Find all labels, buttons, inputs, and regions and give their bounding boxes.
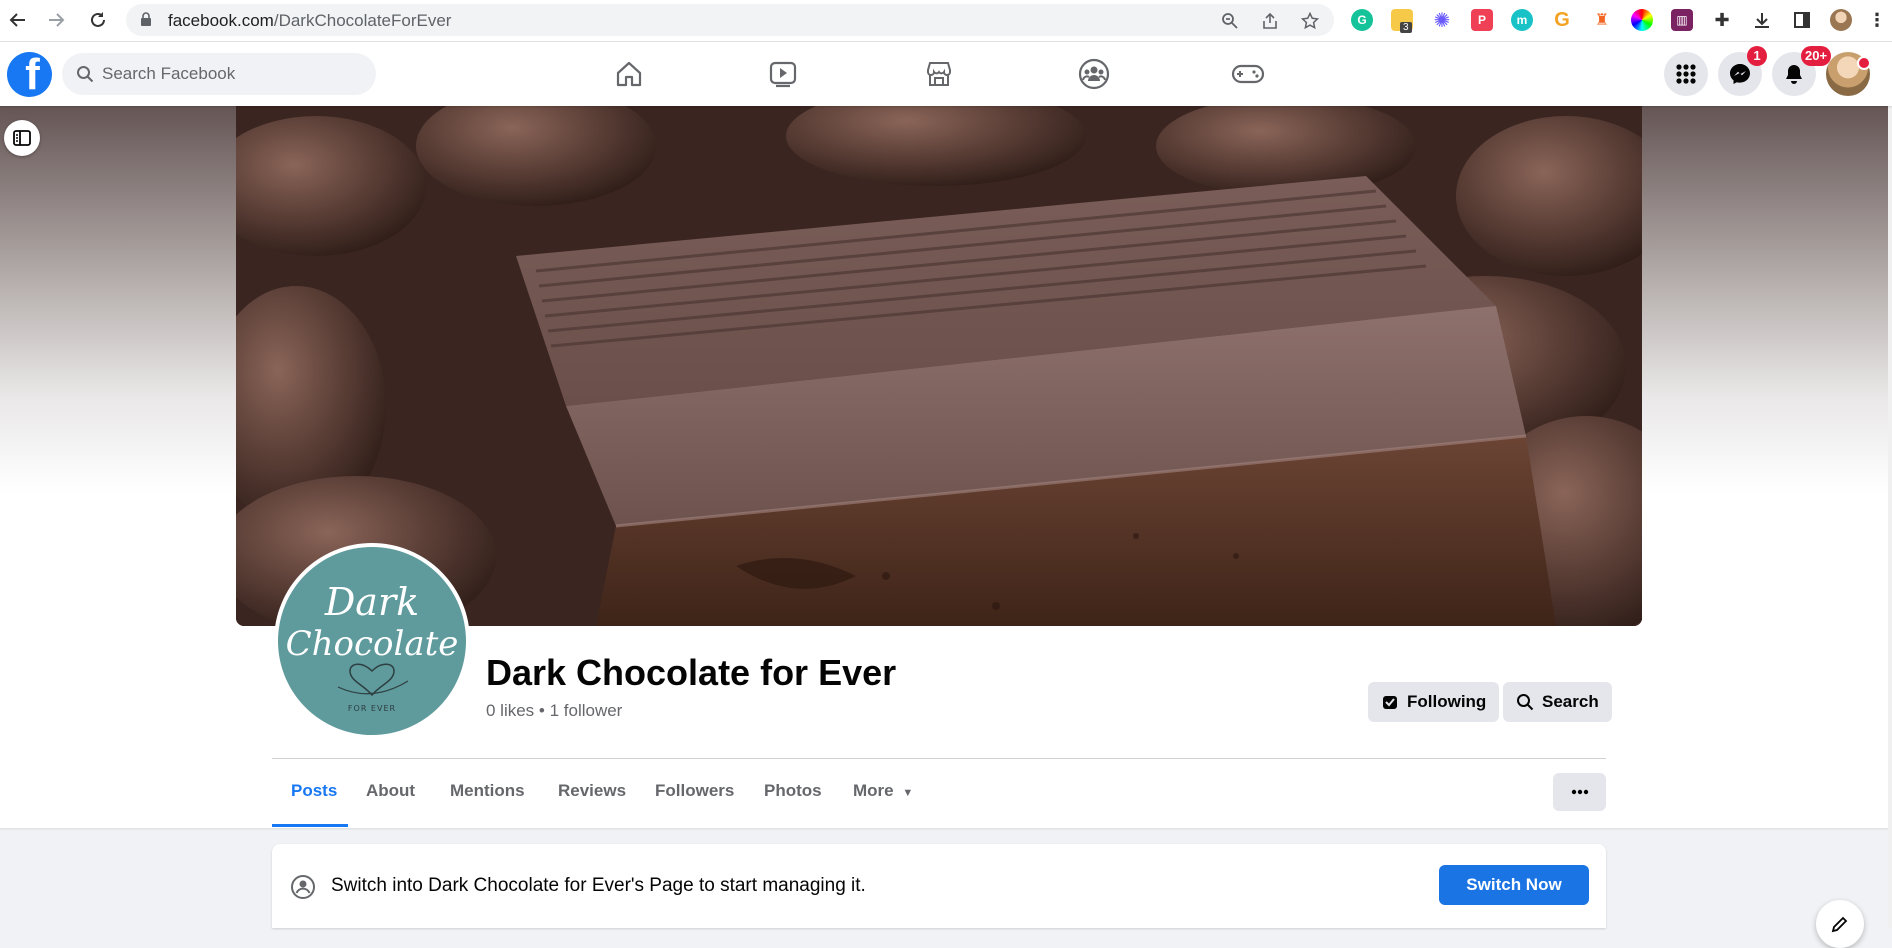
switch-profile-text: Switch into Dark Chocolate for Ever's Pa… bbox=[331, 875, 866, 896]
menu-grid-icon bbox=[1676, 64, 1696, 84]
more-options-button[interactable] bbox=[1553, 773, 1606, 811]
switch-profile-card: Switch into Dark Chocolate for Ever's Pa… bbox=[272, 844, 1606, 928]
tab-followers[interactable]: Followers bbox=[655, 781, 734, 801]
download-icon[interactable] bbox=[1751, 9, 1773, 31]
rocket-extension-icon[interactable]: ♜ bbox=[1591, 9, 1613, 31]
profile-logo: Dark Chocolate FOR EVER bbox=[286, 580, 459, 713]
marketplace-icon[interactable] bbox=[921, 56, 957, 92]
switch-now-button[interactable]: Switch Now bbox=[1439, 865, 1589, 905]
extension-badge: 3 bbox=[1400, 22, 1412, 33]
ellipsis-icon bbox=[1571, 789, 1588, 795]
page-title: Dark Chocolate for Ever bbox=[486, 652, 897, 693]
bookmark-star-icon[interactable] bbox=[1300, 11, 1320, 31]
facebook-header: f Search Facebook 1 20+ bbox=[0, 42, 1892, 106]
watch-video-icon[interactable] bbox=[765, 56, 801, 92]
following-check-icon bbox=[1383, 696, 1397, 709]
menu-grid-button[interactable] bbox=[1664, 52, 1708, 96]
zoom-icon[interactable] bbox=[1220, 11, 1240, 31]
groups-icon[interactable] bbox=[1076, 56, 1112, 92]
tab-about[interactable]: About bbox=[366, 781, 415, 801]
lock-icon bbox=[140, 12, 152, 32]
tab-more[interactable]: More ▼ bbox=[853, 781, 913, 801]
profile-logo-tagline: FOR EVER bbox=[348, 704, 396, 713]
profile-picture[interactable]: Dark Chocolate FOR EVER bbox=[274, 543, 470, 739]
tab-photos[interactable]: Photos bbox=[764, 781, 822, 801]
page-stats: 0 likes • 1 follower bbox=[486, 701, 623, 720]
header-divider bbox=[272, 758, 1606, 759]
pocket-icon[interactable]: P bbox=[1471, 9, 1493, 31]
messenger-badge: 1 bbox=[1747, 46, 1767, 66]
back-icon[interactable] bbox=[6, 8, 30, 32]
search-icon bbox=[1517, 694, 1534, 711]
tab-more-label: More bbox=[853, 781, 894, 800]
address-bar[interactable]: facebook.com/DarkChocolateForEver bbox=[126, 4, 1334, 36]
search-icon bbox=[76, 65, 94, 88]
cover-photo[interactable] bbox=[236, 106, 1642, 626]
forward-icon[interactable] bbox=[44, 8, 68, 32]
profile-logo-line2: Chocolate bbox=[286, 624, 459, 664]
new-message-button[interactable] bbox=[1816, 900, 1864, 948]
side-panel-icon[interactable] bbox=[1791, 9, 1813, 31]
extensions-puzzle-icon[interactable]: ✚ bbox=[1711, 9, 1733, 31]
active-tab-indicator bbox=[272, 824, 348, 827]
tab-posts[interactable]: Posts bbox=[291, 781, 337, 801]
facebook-logo-icon[interactable]: f bbox=[7, 52, 52, 97]
following-button[interactable]: Following bbox=[1368, 682, 1500, 722]
profile-logo-line1: Dark bbox=[324, 580, 419, 624]
search-placeholder: Search Facebook bbox=[102, 64, 236, 83]
home-icon[interactable] bbox=[611, 56, 647, 92]
search-input[interactable]: Search Facebook bbox=[62, 53, 376, 95]
following-label: Following bbox=[1407, 692, 1487, 711]
color-wheel-icon[interactable] bbox=[1631, 9, 1653, 31]
gaming-icon[interactable] bbox=[1230, 56, 1266, 92]
page-search-button[interactable]: Search bbox=[1503, 682, 1612, 722]
browser-toolbar: facebook.com/DarkChocolateForEver G 3 ✺ … bbox=[0, 0, 1892, 42]
compose-icon bbox=[1831, 916, 1848, 933]
notion-extension-icon[interactable]: ▥ bbox=[1671, 9, 1693, 31]
switch-profile-icon bbox=[290, 874, 316, 905]
sidebar-toggle-icon[interactable] bbox=[4, 120, 40, 156]
kebab-menu-icon[interactable]: ⋮ bbox=[1866, 9, 1888, 31]
notifications-badge: 20+ bbox=[1801, 46, 1832, 66]
reload-icon[interactable] bbox=[86, 8, 110, 32]
sparkle-icon[interactable]: ✺ bbox=[1431, 9, 1453, 32]
url-text: facebook.com/DarkChocolateForEver bbox=[168, 11, 452, 30]
g-extension-icon[interactable]: G bbox=[1551, 9, 1573, 31]
account-status-dot bbox=[1857, 56, 1871, 70]
grammarly-icon[interactable]: G bbox=[1351, 9, 1373, 31]
page-search-label: Search bbox=[1542, 692, 1599, 711]
bell-icon bbox=[1786, 65, 1802, 84]
caret-down-icon: ▼ bbox=[902, 787, 914, 799]
tab-reviews[interactable]: Reviews bbox=[558, 781, 626, 801]
tab-mentions[interactable]: Mentions bbox=[450, 781, 525, 801]
profile-avatar-icon[interactable] bbox=[1830, 9, 1852, 31]
scrollbar[interactable] bbox=[1888, 106, 1892, 928]
m-extension-icon[interactable]: m bbox=[1511, 9, 1533, 31]
share-icon[interactable] bbox=[1260, 11, 1280, 31]
messenger-icon bbox=[1730, 64, 1750, 84]
